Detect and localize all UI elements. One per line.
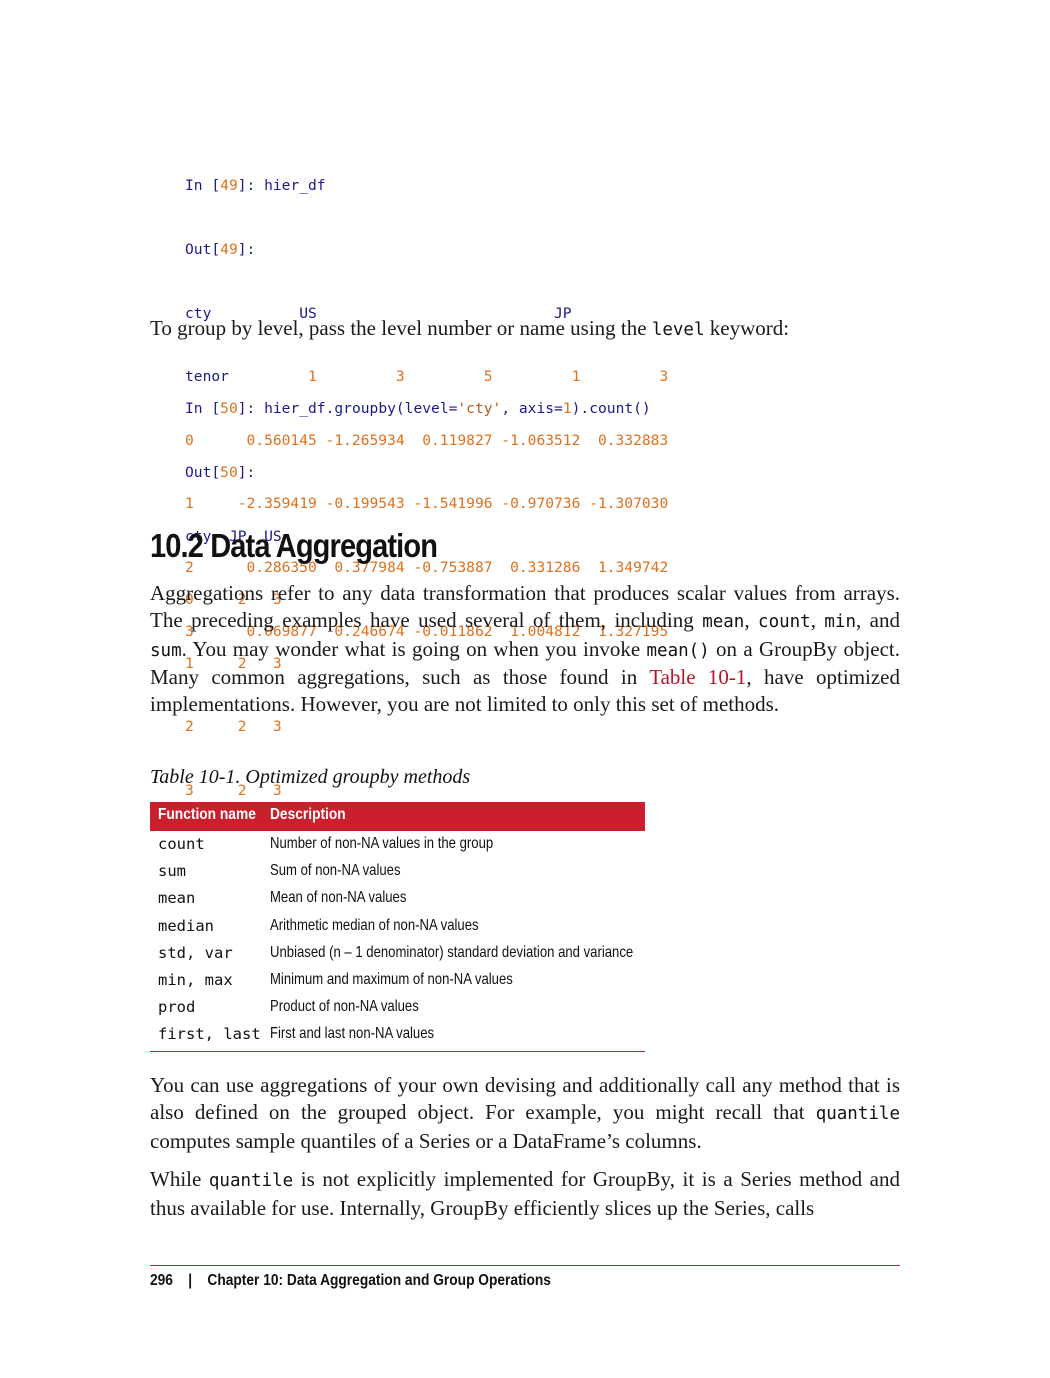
groupby-methods-table: Function name Description count Number of… bbox=[150, 802, 645, 1052]
inline-code: level bbox=[651, 320, 705, 340]
table-row: count Number of non-NA values in the grou… bbox=[158, 835, 494, 853]
code-data-row: 2 2 3 bbox=[185, 718, 282, 736]
paragraph-aggregations: Aggregations refer to any data transform… bbox=[150, 581, 901, 717]
table-header: Function name Description bbox=[150, 802, 645, 831]
column-header-description: Description bbox=[270, 806, 346, 823]
page-footer: 296 | Chapter 10: Data Aggregation and G… bbox=[150, 1272, 551, 1290]
table-reference-link[interactable]: Table 10-1 bbox=[649, 665, 746, 689]
footer-separator: | bbox=[188, 1272, 193, 1289]
table-row: mean Mean of non-NA values bbox=[158, 889, 407, 908]
table-row: sum Sum of non-NA values bbox=[158, 862, 401, 881]
code-output-line: Out[50]: bbox=[185, 464, 256, 481]
chapter-title: Chapter 10: Data Aggregation and Group O… bbox=[207, 1272, 551, 1289]
table-row: min, max Minimum and maximum of non-NA va… bbox=[158, 970, 513, 989]
section-heading: 10.2 Data Aggregation bbox=[150, 527, 438, 564]
paragraph-own-aggregations: You can use aggregations of your own dev… bbox=[150, 1073, 900, 1153]
code-input-line: In [50]: hier_df.groupby(level='cty', ax… bbox=[185, 400, 651, 418]
table-row: prod Product of non-NA values bbox=[158, 998, 419, 1017]
table-row: std, var Unbiased (n – 1 denominator) sta… bbox=[158, 943, 634, 962]
code-input-line: In [49]: hier_df bbox=[185, 177, 326, 195]
book-page: In [49]: hier_df Out[49]: cty US JP teno… bbox=[0, 0, 1050, 1378]
table-row: first, last First and last non-NA values bbox=[158, 1025, 435, 1044]
table-row: median Arithmetic median of non-NA values bbox=[158, 916, 479, 935]
footer-rule bbox=[150, 1265, 900, 1266]
paragraph-group-by-level: To group by level, pass the level number… bbox=[150, 316, 790, 340]
table-caption: Table 10-1. Optimized groupby methods bbox=[150, 766, 471, 788]
table-bottom-rule bbox=[150, 1050, 645, 1052]
code-output-line: Out[49]: bbox=[185, 241, 256, 258]
paragraph-quantile: While quantile is not explicitly impleme… bbox=[150, 1167, 900, 1220]
column-header-function-name: Function name bbox=[158, 806, 256, 823]
page-number: 296 bbox=[150, 1272, 173, 1289]
